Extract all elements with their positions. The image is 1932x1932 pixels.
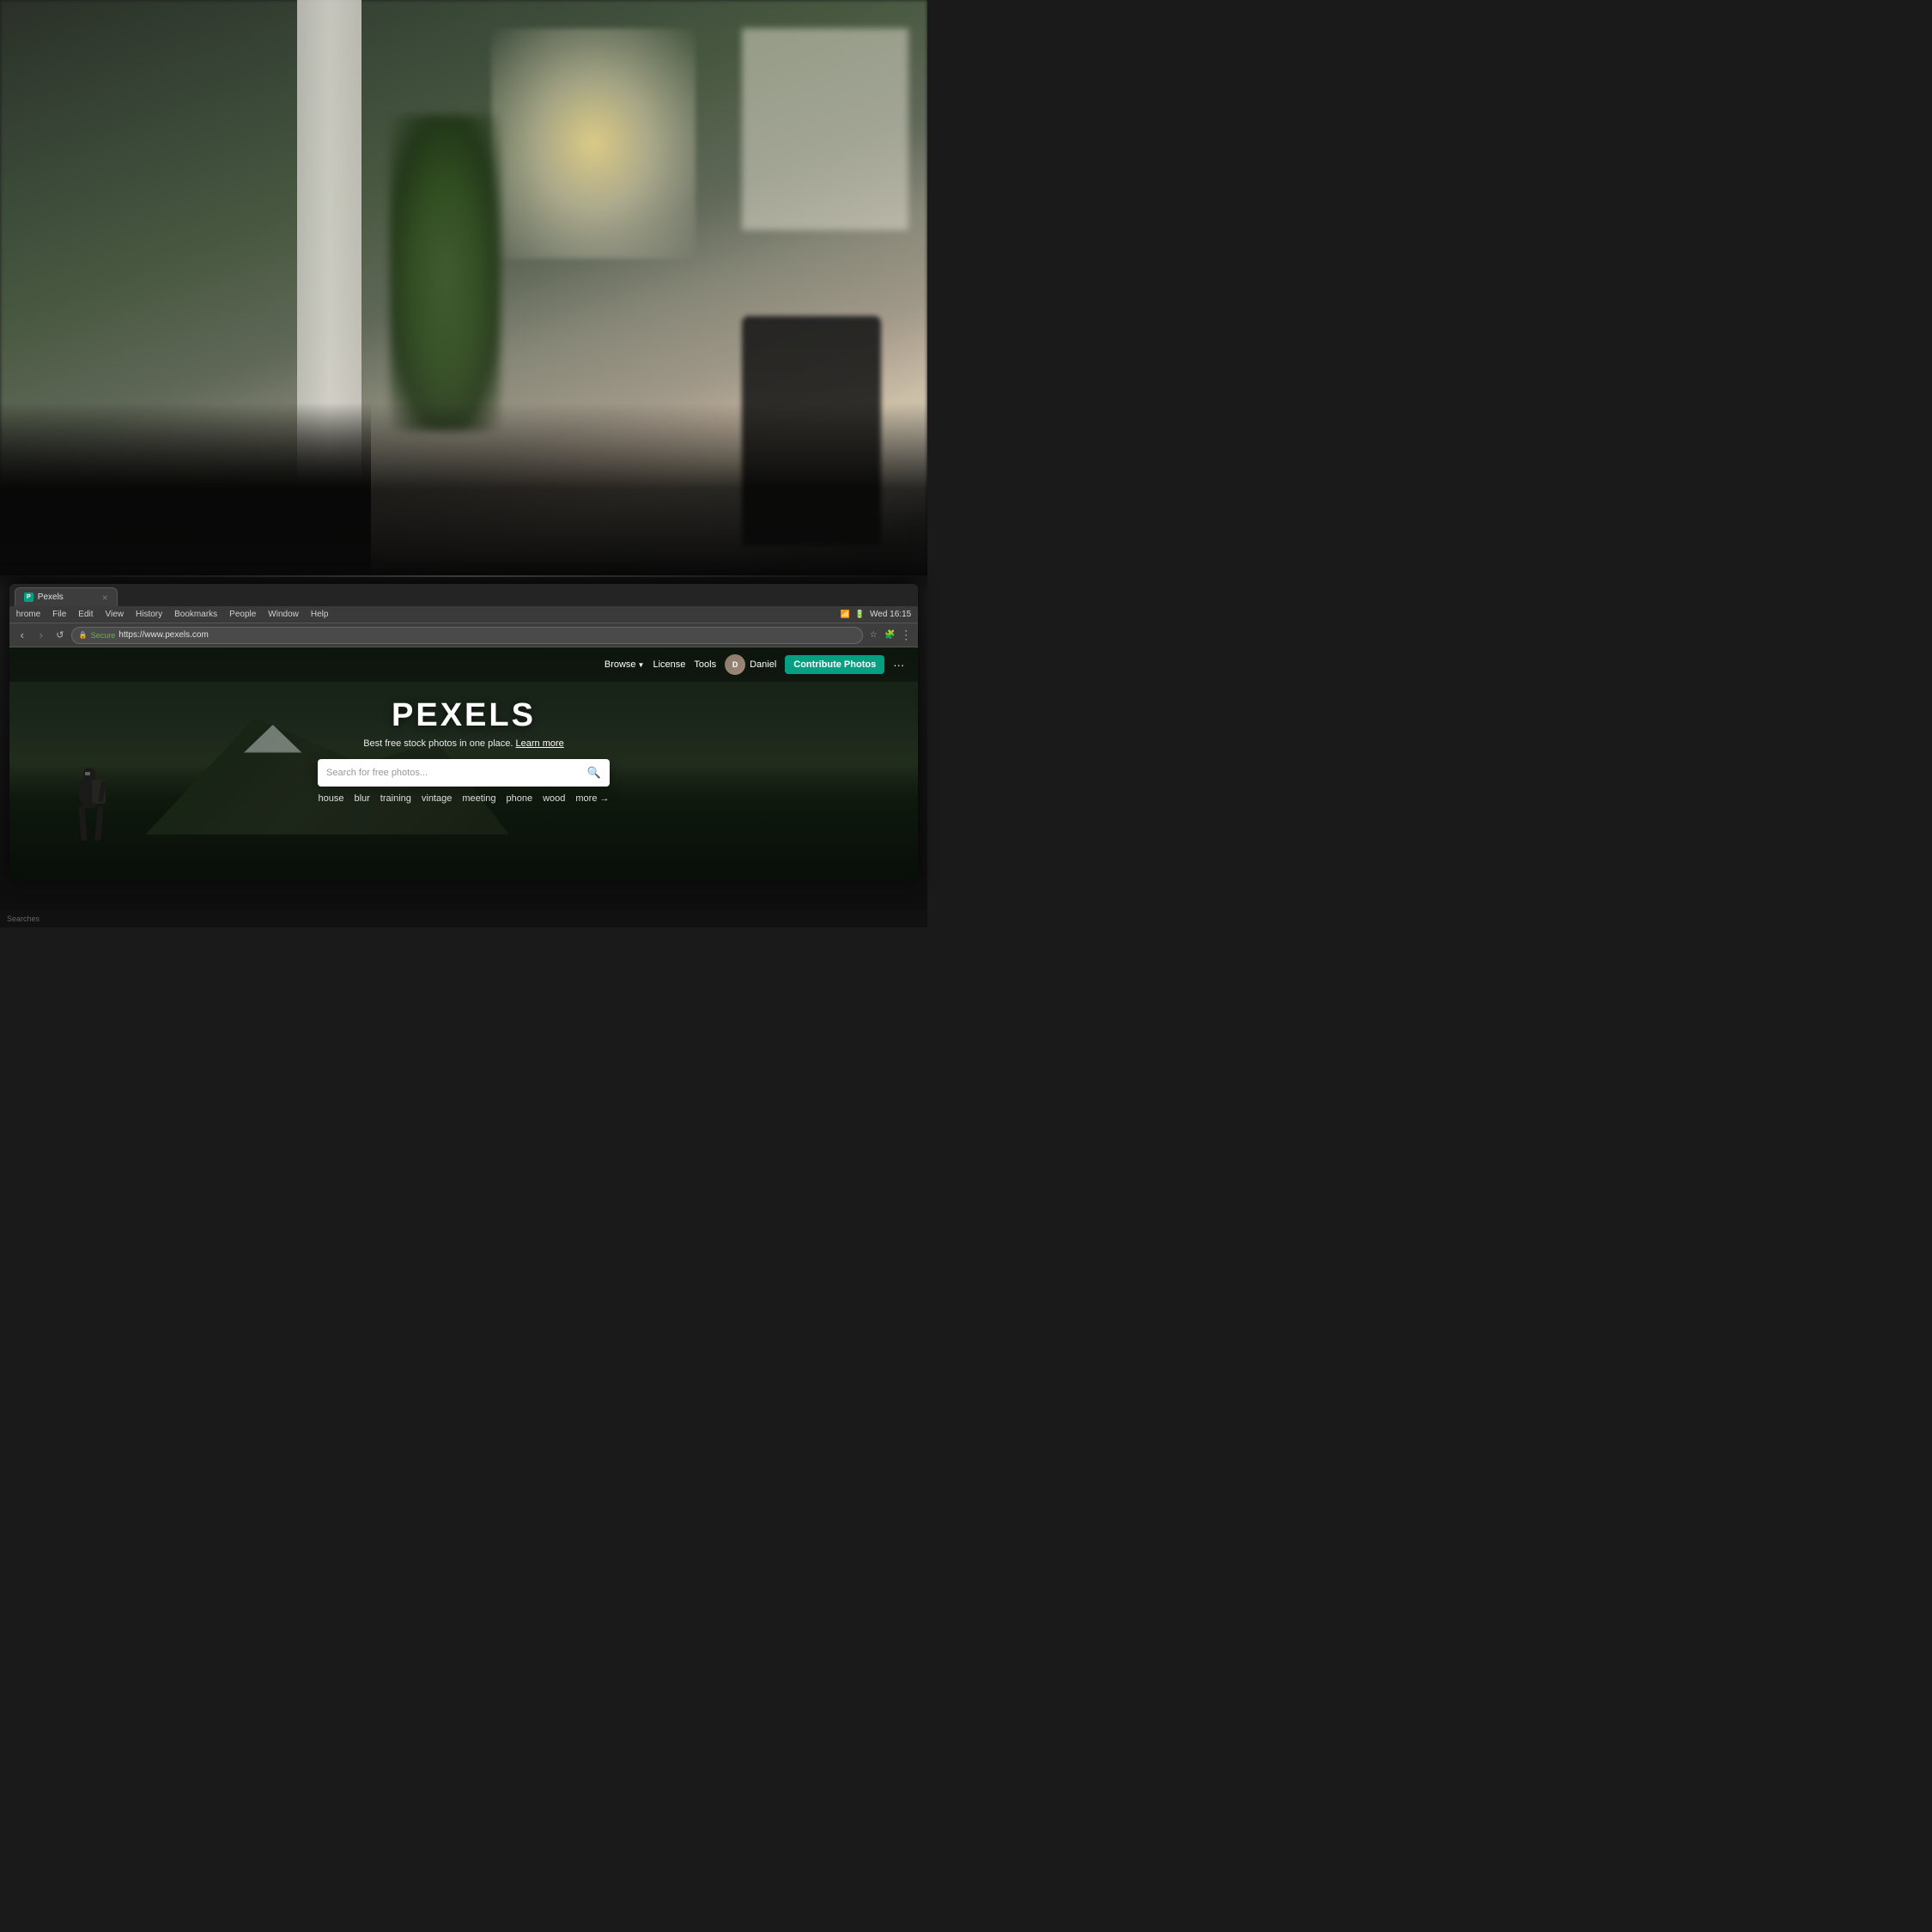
user-name: Daniel bbox=[750, 659, 776, 670]
search-tags-row: house blur training vintage meeting phon… bbox=[318, 793, 609, 804]
extensions-icon[interactable]: 🧩 bbox=[883, 629, 896, 642]
tag-meeting[interactable]: meeting bbox=[462, 793, 495, 804]
menu-edit[interactable]: Edit bbox=[78, 610, 93, 619]
menu-window[interactable]: Window bbox=[268, 610, 299, 619]
browse-label: Browse bbox=[605, 659, 636, 670]
chrome-toolbar: ‹ › ↺ 🔒 Secure https://www.pexels.com ☆ … bbox=[9, 623, 918, 647]
contribute-photos-button[interactable]: Contribute Photos bbox=[785, 655, 884, 674]
hero-content: PEXELS Best free stock photos in one pla… bbox=[9, 689, 918, 804]
license-button[interactable]: License bbox=[653, 659, 685, 670]
tools-label: Tools bbox=[694, 659, 716, 670]
menu-help[interactable]: Help bbox=[311, 610, 329, 619]
learn-more-link[interactable]: Learn more bbox=[516, 738, 564, 749]
forward-button[interactable]: › bbox=[33, 628, 49, 643]
url-text: https://www.pexels.com bbox=[118, 630, 208, 640]
background-window-light bbox=[491, 28, 696, 258]
tag-wood[interactable]: wood bbox=[543, 793, 565, 804]
browse-button[interactable]: Browse ▼ bbox=[605, 659, 645, 670]
menubar-right: 📶 🔋 Wed 16:15 bbox=[841, 610, 912, 619]
tag-more[interactable]: more → bbox=[575, 793, 609, 804]
browse-chevron-icon: ▼ bbox=[638, 661, 645, 669]
menu-people[interactable]: People bbox=[229, 610, 256, 619]
menu-file[interactable]: File bbox=[52, 610, 66, 619]
pexels-navbar: Browse ▼ License Tools D Daniel Contribu… bbox=[9, 647, 918, 682]
tab-title: Pexels bbox=[38, 592, 94, 602]
avatar: D bbox=[725, 654, 745, 675]
refresh-button[interactable]: ↺ bbox=[52, 628, 68, 643]
tab-close-icon[interactable]: × bbox=[102, 592, 108, 604]
background-window-right bbox=[742, 28, 908, 229]
hero-subtitle: Best free stock photos in one place. Lea… bbox=[363, 738, 564, 749]
browser-window: P Pexels × hrome File Edit View History … bbox=[9, 584, 918, 881]
back-button[interactable]: ‹ bbox=[15, 628, 30, 643]
tag-house[interactable]: house bbox=[318, 793, 343, 804]
bottom-status: Searches bbox=[0, 910, 927, 927]
wifi-icon: 📶 bbox=[841, 610, 850, 619]
clock: Wed 16:15 bbox=[870, 610, 911, 619]
search-icon[interactable]: 🔍 bbox=[587, 766, 601, 780]
browser-tab[interactable]: P Pexels × bbox=[15, 587, 118, 606]
user-profile[interactable]: D Daniel bbox=[725, 654, 776, 675]
app-name: hrome bbox=[16, 610, 40, 619]
website-content: Browse ▼ License Tools D Daniel Contribu… bbox=[9, 647, 918, 881]
address-bar[interactable]: 🔒 Secure https://www.pexels.com bbox=[71, 627, 863, 644]
tag-phone[interactable]: phone bbox=[507, 793, 533, 804]
bookmark-icon[interactable]: ☆ bbox=[866, 629, 880, 642]
secure-icon: 🔒 bbox=[79, 631, 88, 639]
searches-label: Searches bbox=[7, 914, 39, 923]
tag-vintage[interactable]: vintage bbox=[422, 793, 452, 804]
chrome-menubar: hrome File Edit View History Bookmarks P… bbox=[9, 606, 918, 623]
site-title: PEXELS bbox=[392, 697, 536, 734]
more-options-icon[interactable]: ⋮ bbox=[899, 629, 913, 642]
menu-view[interactable]: View bbox=[106, 610, 125, 619]
menu-bookmarks[interactable]: Bookmarks bbox=[174, 610, 217, 619]
background-photo bbox=[0, 0, 927, 575]
search-container[interactable]: Search for free photos... 🔍 bbox=[318, 759, 610, 787]
secure-label: Secure bbox=[91, 631, 116, 640]
toolbar-icons: ☆ 🧩 ⋮ bbox=[866, 629, 913, 642]
more-options-button[interactable]: ··· bbox=[893, 659, 904, 671]
nav-right-group: Browse ▼ License Tools D Daniel Contribu… bbox=[605, 654, 904, 675]
tag-blur[interactable]: blur bbox=[354, 793, 369, 804]
tag-training[interactable]: training bbox=[380, 793, 411, 804]
tab-bar: P Pexels × bbox=[9, 584, 918, 606]
search-placeholder: Search for free photos... bbox=[326, 768, 582, 778]
tab-favicon: P bbox=[24, 592, 33, 602]
tools-button[interactable]: Tools bbox=[694, 659, 716, 670]
menu-history[interactable]: History bbox=[136, 610, 162, 619]
license-label: License bbox=[653, 659, 685, 670]
background-plant bbox=[390, 115, 501, 431]
battery-icon: 🔋 bbox=[855, 610, 865, 619]
